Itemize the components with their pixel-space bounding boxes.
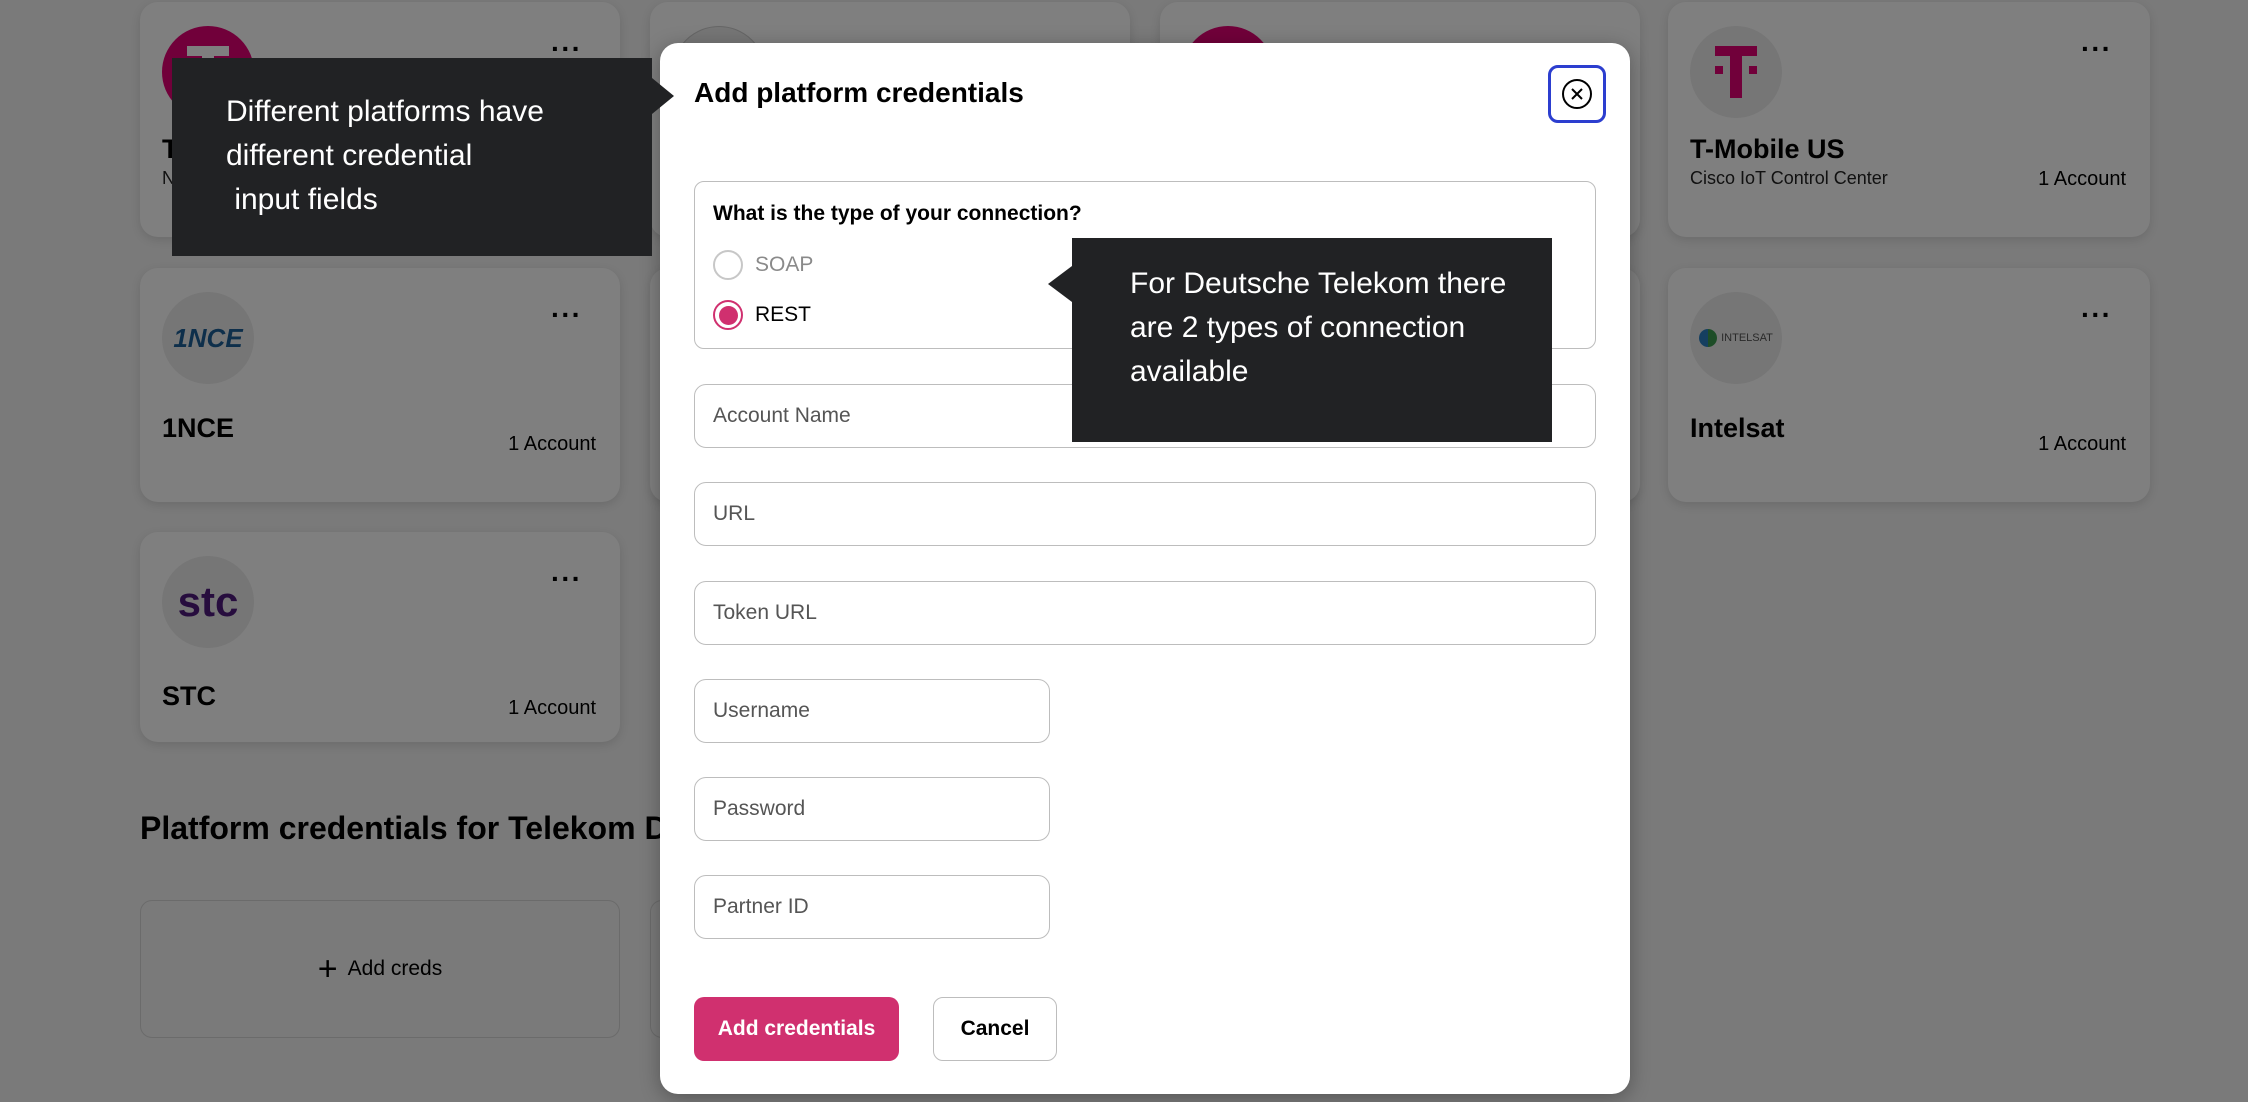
tooltip-line: input fields xyxy=(226,183,378,216)
token-url-input[interactable]: Token URL xyxy=(694,581,1596,645)
radio-button[interactable] xyxy=(713,250,743,280)
partner-id-input[interactable]: Partner ID xyxy=(694,875,1050,939)
radio-rest[interactable]: REST xyxy=(713,300,811,330)
radio-label: REST xyxy=(755,303,812,326)
radio-label: SOAP xyxy=(755,253,814,276)
modal-title: Add platform credentials xyxy=(694,77,1024,108)
username-input[interactable]: Username xyxy=(694,679,1050,743)
add-credentials-button[interactable]: Add credentials xyxy=(694,997,899,1061)
tooltip-line: Different platforms have xyxy=(226,95,544,128)
close-button[interactable] xyxy=(1548,65,1606,123)
tooltip-credential-fields: Different platforms have different crede… xyxy=(172,58,674,256)
add-credentials-modal: Add platform credentials What is the typ… xyxy=(660,43,1630,1094)
close-circle-icon xyxy=(1562,79,1592,109)
radio-soap[interactable]: SOAP xyxy=(713,250,813,280)
tooltip-line: For Deutsche Telekom there xyxy=(1130,267,1507,300)
tooltip-line: available xyxy=(1130,355,1249,388)
cancel-button[interactable]: Cancel xyxy=(933,997,1057,1061)
connection-type-label: What is the type of your connection? xyxy=(713,202,1082,225)
tooltip-connection-types: For Deutsche Telekom there are 2 types o… xyxy=(1048,238,1552,442)
tooltip-line: different credential xyxy=(226,139,473,172)
url-input[interactable]: URL xyxy=(694,482,1596,546)
password-input[interactable]: Password xyxy=(694,777,1050,841)
radio-button-selected[interactable] xyxy=(713,300,743,330)
tooltip-line: are 2 types of connection xyxy=(1130,311,1466,344)
